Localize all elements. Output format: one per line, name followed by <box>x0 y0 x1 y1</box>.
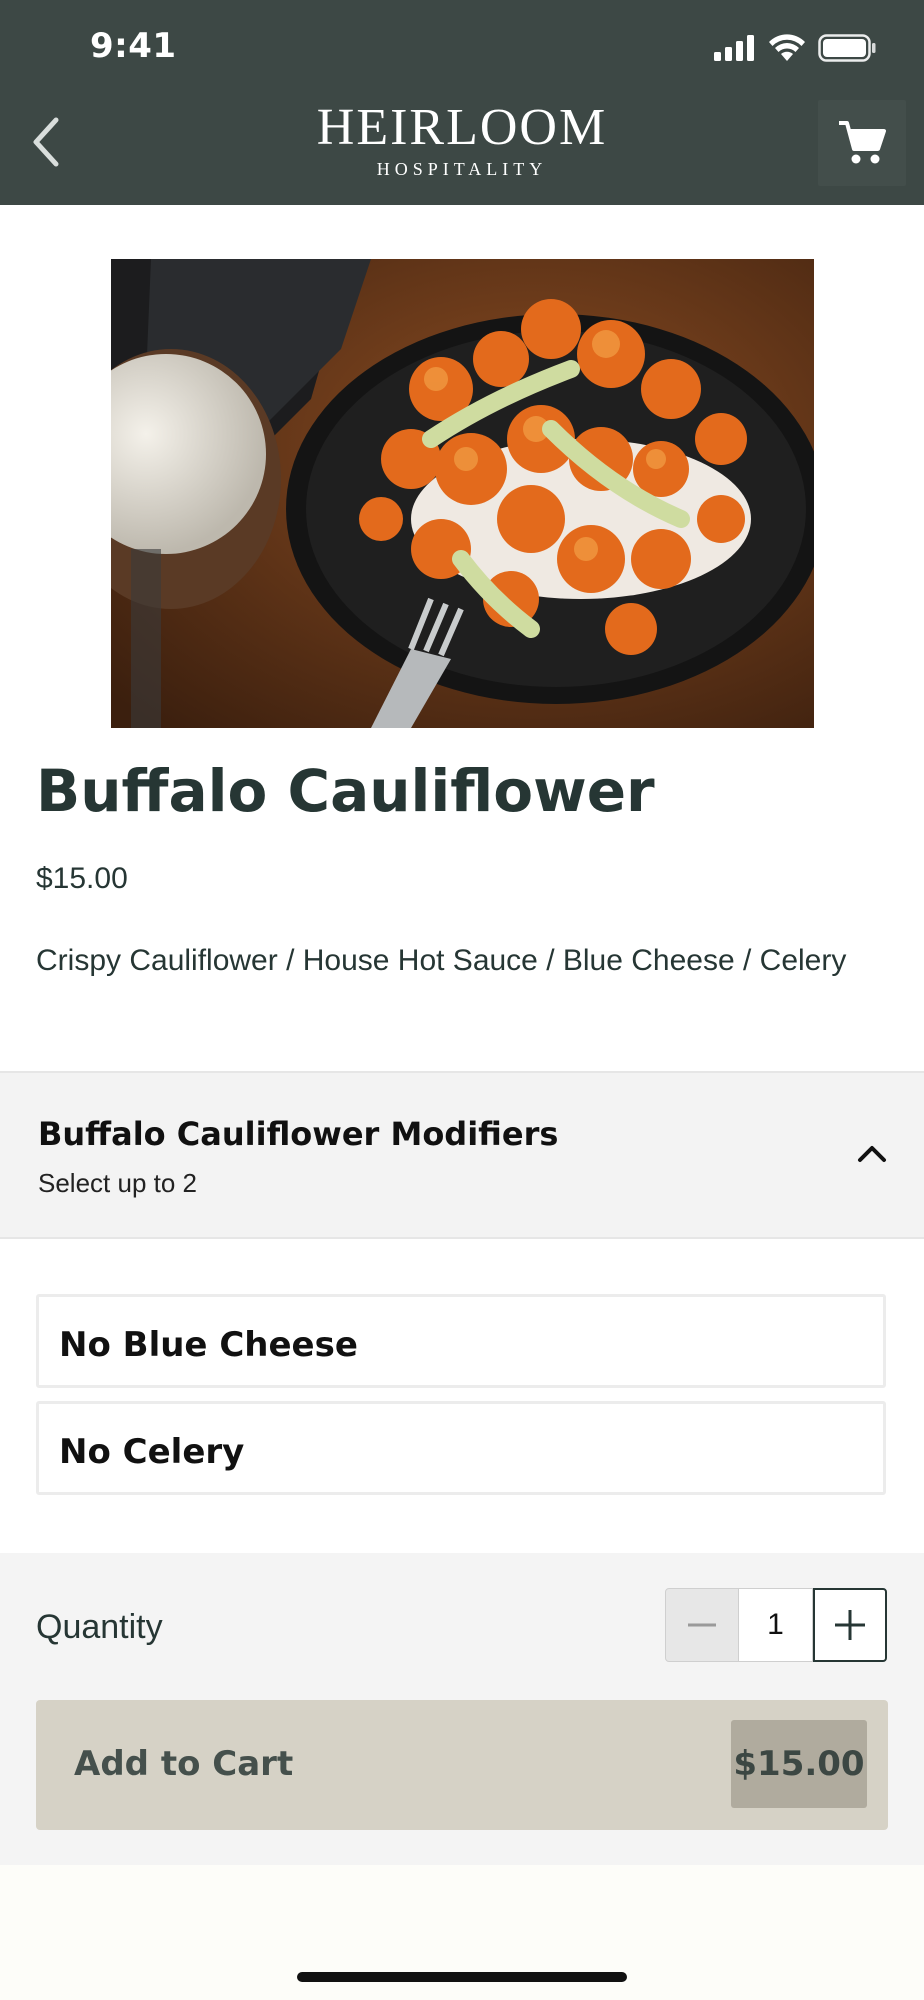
add-to-cart-button[interactable]: Add to Cart $15.00 <box>36 1700 888 1830</box>
chevron-up-icon <box>858 1146 886 1162</box>
modifier-option-label: No Blue Cheese <box>59 1325 358 1365</box>
modifiers-title: Buffalo Cauliflower Modifiers <box>38 1115 559 1153</box>
modifier-option-no-celery[interactable]: No Celery <box>36 1401 886 1495</box>
logo-sub-text: HOSPITALITY <box>376 159 548 179</box>
item-title: Buffalo Cauliflower <box>36 757 655 825</box>
item-price: $15.00 <box>36 862 128 895</box>
status-icons <box>714 34 876 62</box>
plus-icon <box>835 1610 865 1640</box>
cart-button[interactable] <box>818 100 906 186</box>
battery-icon <box>818 34 876 62</box>
modifiers-header[interactable]: Buffalo Cauliflower Modifiers Select up … <box>0 1071 924 1239</box>
quantity-value[interactable]: 1 <box>739 1588 813 1662</box>
quantity-stepper: 1 <box>665 1588 887 1664</box>
logo-main-text: HEIRLOOM <box>316 99 608 156</box>
minus-icon <box>688 1623 716 1627</box>
buffalo-cauliflower-image <box>111 259 814 728</box>
quantity-decrement-button[interactable] <box>665 1588 739 1662</box>
modifier-option-label: No Celery <box>59 1432 245 1472</box>
modifiers-subtitle: Select up to 2 <box>38 1168 197 1198</box>
wifi-icon <box>769 34 805 61</box>
home-indicator <box>297 1972 627 1982</box>
status-time: 9:41 <box>90 26 177 66</box>
quantity-increment-button[interactable] <box>813 1588 887 1662</box>
order-panel: Quantity 1 Add to Cart $15.00 <box>0 1553 924 1865</box>
quantity-label: Quantity <box>36 1608 163 1646</box>
modifier-option-no-blue-cheese[interactable]: No Blue Cheese <box>36 1294 886 1388</box>
brand-logo: HEIRLOOM HOSPITALITY <box>0 100 924 180</box>
item-photo <box>111 259 814 728</box>
app-header: 9:41 HEIRLOOM HOSPITALITY <box>0 0 924 205</box>
item-description: Crispy Cauliflower / House Hot Sauce / B… <box>36 944 847 977</box>
add-to-cart-label: Add to Cart <box>74 1744 294 1784</box>
shopping-cart-icon <box>839 121 886 164</box>
add-to-cart-price: $15.00 <box>731 1720 867 1808</box>
signal-icon <box>714 35 754 61</box>
